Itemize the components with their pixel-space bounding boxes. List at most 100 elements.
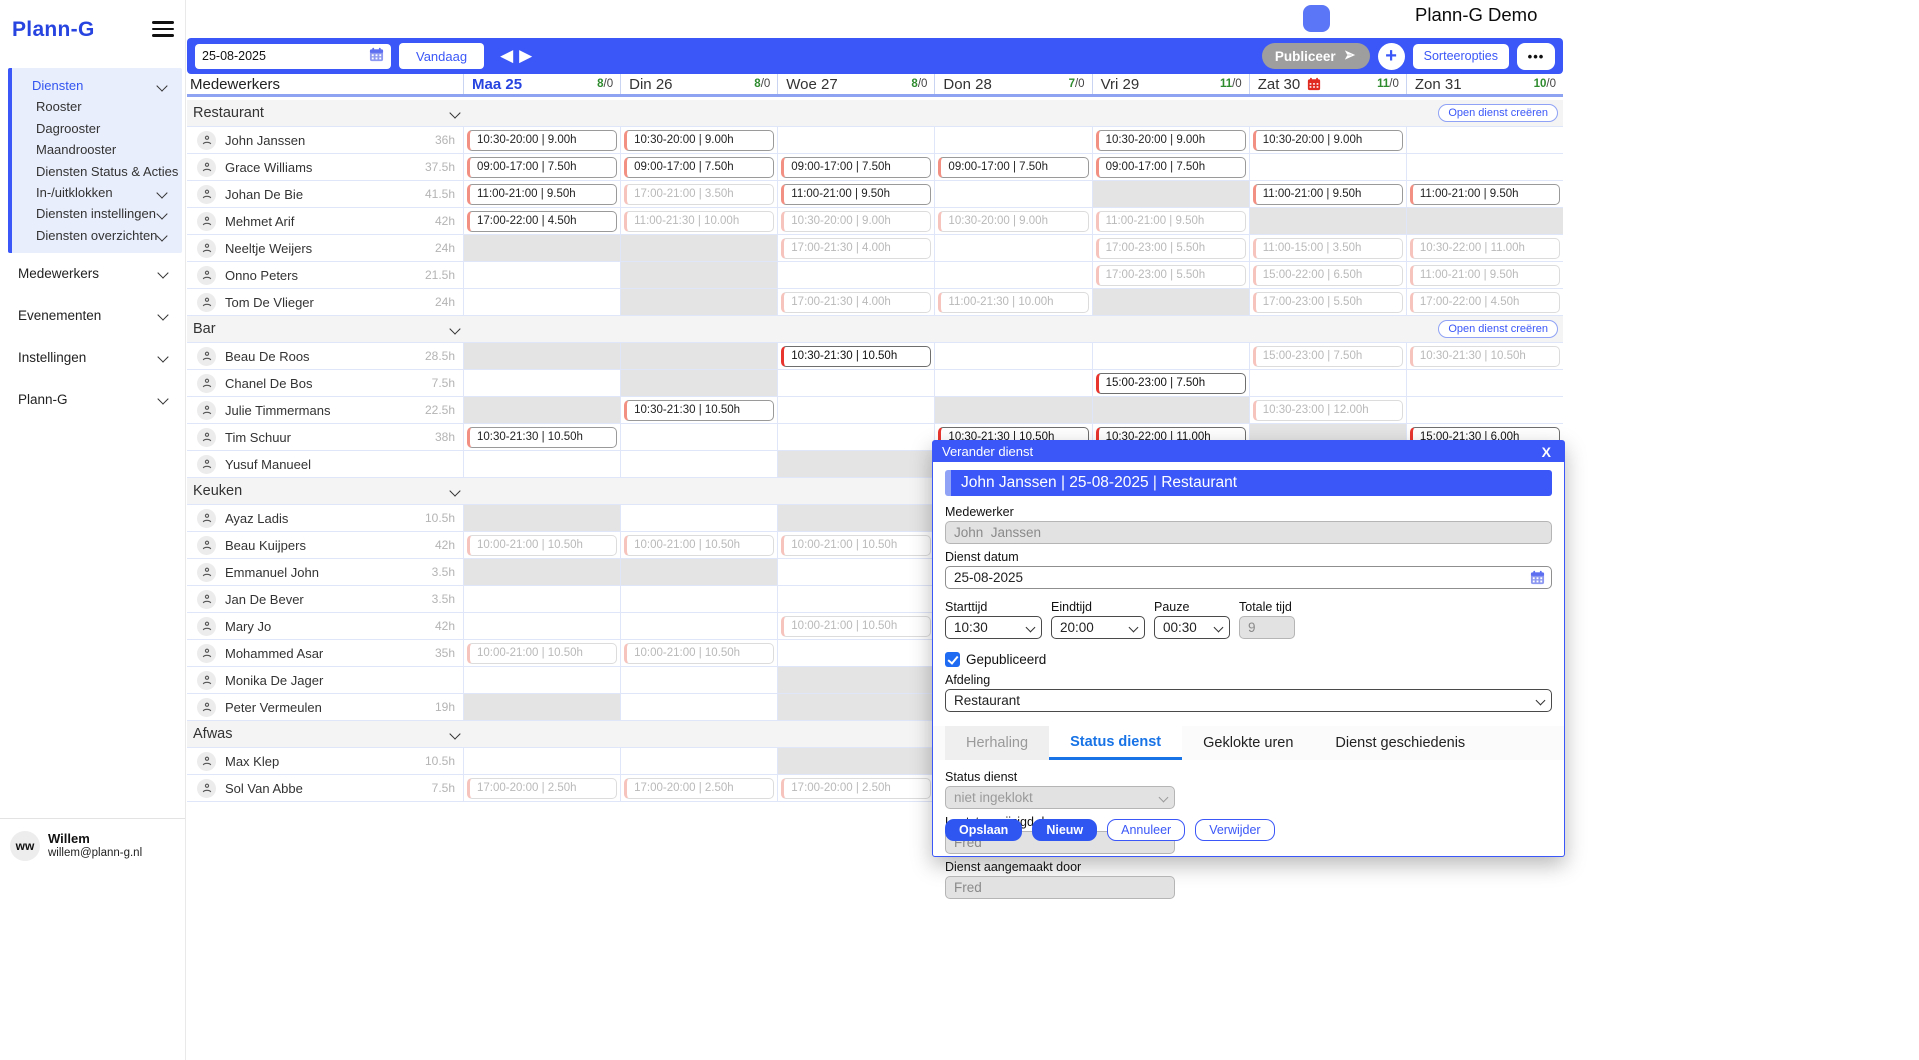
unavailable-cell[interactable] xyxy=(934,397,1091,423)
more-options-button[interactable]: ••• xyxy=(1517,43,1555,70)
schedule-cell[interactable]: 17:00-21:30 | 4.00h xyxy=(777,289,934,315)
day-header[interactable]: Maa 258/0 xyxy=(463,74,620,94)
schedule-cell[interactable]: 11:00-21:00 | 9.50h xyxy=(1406,181,1563,207)
sidebar-item-rooster[interactable]: Rooster xyxy=(12,96,182,117)
shift-chip[interactable]: 11:00-21:30 | 10.00h xyxy=(938,292,1088,313)
schedule-cell[interactable] xyxy=(463,613,620,639)
shift-chip[interactable]: 10:00-21:00 | 10.50h xyxy=(624,535,774,556)
date-input[interactable]: 25-08-2025 xyxy=(195,44,391,69)
shift-chip[interactable]: 10:00-21:00 | 10.50h xyxy=(781,616,931,637)
shift-chip[interactable]: 11:00-21:00 | 9.50h xyxy=(467,184,617,205)
schedule-cell[interactable] xyxy=(620,505,777,531)
sidebar-item-in-uitklokken[interactable]: In-/uitklokken xyxy=(12,182,182,203)
schedule-cell[interactable]: 11:00-21:00 | 9.50h xyxy=(777,181,934,207)
schedule-cell[interactable]: 10:30-21:30 | 10.50h xyxy=(620,397,777,423)
shift-chip[interactable]: 09:00-17:00 | 7.50h xyxy=(467,157,617,178)
shift-chip[interactable]: 10:30-22:00 | 11.00h xyxy=(1410,238,1560,259)
unavailable-cell[interactable] xyxy=(777,748,934,774)
schedule-cell[interactable] xyxy=(777,127,934,153)
schedule-cell[interactable]: 09:00-17:00 | 7.50h xyxy=(620,154,777,180)
schedule-cell[interactable] xyxy=(777,640,934,666)
schedule-cell[interactable] xyxy=(463,748,620,774)
schedule-cell[interactable]: 11:00-21:00 | 9.50h xyxy=(1249,181,1406,207)
schedule-cell[interactable]: 17:00-21:00 | 3.50h xyxy=(620,181,777,207)
unavailable-cell[interactable] xyxy=(1249,208,1406,234)
schedule-cell[interactable] xyxy=(934,343,1091,369)
unavailable-cell[interactable] xyxy=(1092,181,1249,207)
pauze-select[interactable]: 00:30 xyxy=(1154,616,1230,639)
schedule-cell[interactable] xyxy=(934,127,1091,153)
schedule-cell[interactable] xyxy=(934,181,1091,207)
unavailable-cell[interactable] xyxy=(777,694,934,720)
sidebar-item-diensten[interactable]: Diensten xyxy=(12,75,182,96)
section-header[interactable]: RestaurantOpen dienst creëren xyxy=(187,100,1563,127)
calendar-icon[interactable] xyxy=(1530,570,1545,590)
sort-options-button[interactable]: Sorteeropties xyxy=(1413,44,1509,69)
shift-chip[interactable]: 17:00-21:30 | 4.00h xyxy=(781,292,931,313)
sidebar-item-diensten-overzichten[interactable]: Diensten overzichten xyxy=(12,225,182,246)
annuleer-button[interactable]: Annuleer xyxy=(1107,819,1185,841)
schedule-cell[interactable] xyxy=(463,667,620,693)
shift-chip[interactable]: 17:00-23:00 | 5.50h xyxy=(1253,292,1403,313)
schedule-cell[interactable]: 11:00-21:00 | 9.50h xyxy=(1406,262,1563,288)
shift-chip[interactable]: 17:00-20:00 | 2.50h xyxy=(467,778,617,799)
open-shift-button[interactable]: Open dienst creëren xyxy=(1438,104,1558,122)
unavailable-cell[interactable] xyxy=(463,559,620,585)
shift-chip[interactable]: 17:00-22:00 | 4.50h xyxy=(467,211,617,232)
shift-chip[interactable]: 11:00-21:00 | 9.50h xyxy=(781,184,931,205)
prev-next-arrows[interactable]: ◀▶ xyxy=(500,46,538,66)
schedule-cell[interactable]: 10:00-21:00 | 10.50h xyxy=(777,613,934,639)
section-header[interactable]: BarOpen dienst creëren xyxy=(187,316,1563,343)
shift-chip[interactable]: 11:00-15:00 | 3.50h xyxy=(1253,238,1403,259)
shift-chip[interactable]: 10:30-21:30 | 10.50h xyxy=(624,400,774,421)
schedule-cell[interactable]: 17:00-20:00 | 2.50h xyxy=(620,775,777,801)
schedule-cell[interactable] xyxy=(1249,370,1406,396)
schedule-cell[interactable]: 15:00-23:00 | 7.50h xyxy=(1092,370,1249,396)
gepubliceerd-checkbox[interactable] xyxy=(945,652,960,667)
add-button[interactable]: + xyxy=(1378,43,1405,70)
shift-chip[interactable]: 10:30-20:00 | 9.00h xyxy=(938,211,1088,232)
shift-chip[interactable]: 10:30-20:00 | 9.00h xyxy=(467,130,617,151)
shift-chip[interactable]: 11:00-21:00 | 9.50h xyxy=(1253,184,1403,205)
day-header[interactable]: Zat 3011/0 xyxy=(1249,74,1406,94)
schedule-cell[interactable]: 10:00-21:00 | 10.50h xyxy=(620,640,777,666)
unavailable-cell[interactable] xyxy=(620,343,777,369)
schedule-cell[interactable]: 10:00-21:00 | 10.50h xyxy=(620,532,777,558)
afdeling-select[interactable]: Restaurant xyxy=(945,689,1552,712)
schedule-cell[interactable] xyxy=(620,424,777,450)
shift-chip[interactable]: 17:00-21:30 | 4.00h xyxy=(781,238,931,259)
tab-geklokte-uren[interactable]: Geklokte uren xyxy=(1182,726,1314,760)
opslaan-button[interactable]: Opslaan xyxy=(945,819,1022,841)
unavailable-cell[interactable] xyxy=(777,667,934,693)
shift-chip[interactable]: 11:00-21:00 | 9.50h xyxy=(1410,265,1560,286)
schedule-cell[interactable]: 11:00-21:00 | 9.50h xyxy=(1092,208,1249,234)
shift-chip[interactable]: 15:00-23:00 | 7.50h xyxy=(1253,346,1403,367)
schedule-cell[interactable]: 10:00-21:00 | 10.50h xyxy=(463,640,620,666)
verwijder-button[interactable]: Verwijder xyxy=(1195,819,1274,841)
unavailable-cell[interactable] xyxy=(777,505,934,531)
schedule-cell[interactable]: 09:00-17:00 | 7.50h xyxy=(463,154,620,180)
schedule-cell[interactable]: 17:00-20:00 | 2.50h xyxy=(777,775,934,801)
shift-chip[interactable]: 15:00-23:00 | 7.50h xyxy=(1096,373,1246,394)
sidebar-item-diensten-instellingen[interactable]: Diensten instellingen xyxy=(12,203,182,224)
unavailable-cell[interactable] xyxy=(463,343,620,369)
shift-chip[interactable]: 15:00-22:00 | 6.50h xyxy=(1253,265,1403,286)
nieuw-button[interactable]: Nieuw xyxy=(1032,819,1097,841)
schedule-cell[interactable] xyxy=(777,424,934,450)
schedule-cell[interactable]: 11:00-21:00 | 9.50h xyxy=(463,181,620,207)
tab-dienst-geschiedenis[interactable]: Dienst geschiedenis xyxy=(1314,726,1486,760)
schedule-cell[interactable] xyxy=(777,397,934,423)
starttijd-select[interactable]: 10:30 xyxy=(945,616,1042,639)
sidebar-item-maandrooster[interactable]: Maandrooster xyxy=(12,139,182,160)
schedule-cell[interactable]: 10:30-23:00 | 12.00h xyxy=(1249,397,1406,423)
schedule-cell[interactable] xyxy=(463,289,620,315)
publish-button[interactable]: Publiceer xyxy=(1262,43,1370,69)
user-box[interactable]: ww Willem willem@plann-g.nl xyxy=(0,818,185,832)
sidebar-group-evenementen[interactable]: Evenementen xyxy=(0,294,185,336)
schedule-cell[interactable] xyxy=(463,451,620,477)
schedule-cell[interactable] xyxy=(1406,154,1563,180)
unavailable-cell[interactable] xyxy=(620,235,777,261)
schedule-cell[interactable]: 17:00-23:00 | 5.50h xyxy=(1092,262,1249,288)
sidebar-group-medewerkers[interactable]: Medewerkers xyxy=(0,252,185,294)
schedule-cell[interactable]: 10:30-20:00 | 9.00h xyxy=(934,208,1091,234)
